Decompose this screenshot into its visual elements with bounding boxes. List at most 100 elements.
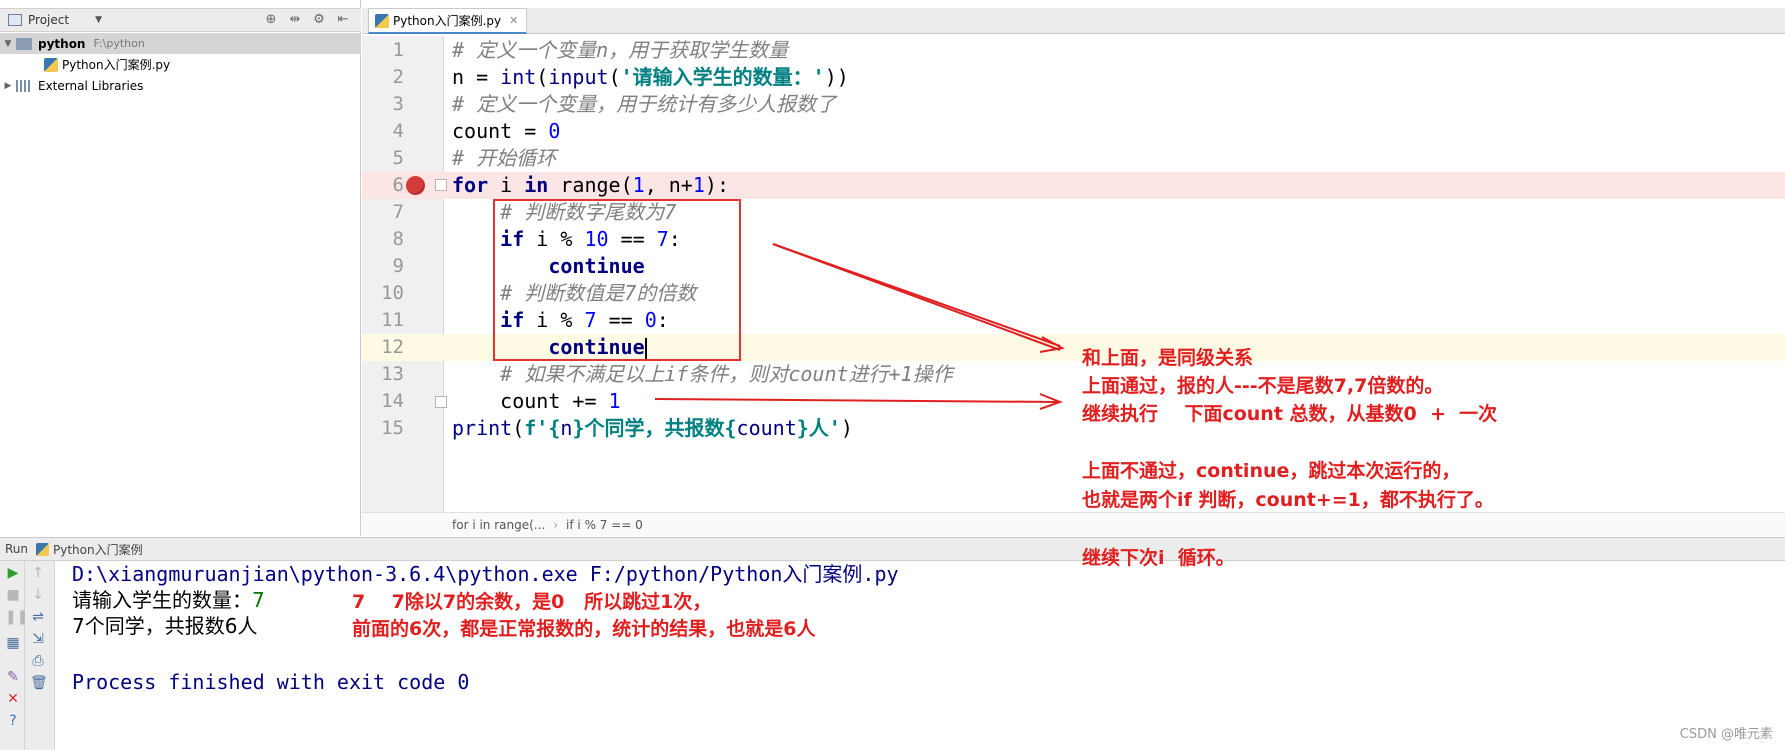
code-line[interactable]: 3 # 定义一个变量，用于统计有多少人报数了 [362, 91, 1785, 118]
code-text: for i in range(1, n+1): [452, 172, 729, 199]
print-icon[interactable]: ⎙ [30, 653, 46, 669]
hide-icon[interactable]: ⇤ [335, 12, 351, 27]
code-text: print(f'{n}个同学，共报数{count}人') [452, 415, 853, 442]
collapse-icon[interactable]: ⇹ [287, 12, 303, 27]
editor-tab-bar: Python入门案例.py ✕ [362, 8, 1785, 34]
line-number: 13 [381, 363, 404, 385]
gear-icon[interactable]: ⚙ [311, 12, 327, 27]
code-text: n = int(input('请输入学生的数量：')) [452, 64, 849, 91]
tree-item-label: Python入门案例.py [62, 58, 171, 72]
code-token: , n+ [644, 173, 693, 197]
rerun-icon[interactable]: ▶ [5, 565, 21, 581]
layout-icon[interactable]: ▦ [5, 635, 21, 651]
console-result: 7个同学，共报数6人 [72, 614, 258, 638]
chevron-right-icon[interactable]: ▶ [0, 81, 16, 91]
comment: # 开始循环 [452, 146, 557, 170]
line-number: 6 [392, 174, 404, 196]
code-token: ( [536, 65, 549, 89]
console-output[interactable]: D:\xiangmuruanjian\python-3.6.4\python.e… [56, 561, 1785, 750]
code-line[interactable]: 4 count = 0 [362, 118, 1785, 145]
fold-icon[interactable] [435, 179, 447, 191]
python-file-icon [375, 13, 389, 28]
chevron-right-icon: › [553, 517, 559, 532]
tab-label: Python入门案例.py [393, 14, 502, 28]
line-number: 14 [381, 390, 404, 412]
arrow-down-icon[interactable]: ↓ [30, 587, 46, 603]
code-text: # 开始循环 [452, 145, 556, 172]
tree-item-label: External Libraries [38, 78, 144, 93]
console-input: 7 [252, 588, 265, 612]
code-text: # 定义一个变量n，用于获取学生数量 [452, 37, 788, 64]
code-line[interactable]: 15 print(f'{n}个同学，共报数{count}人') [362, 415, 1785, 442]
string-literal: '请输入学生的数量：' [620, 65, 825, 89]
project-tree: ▼ python F:\python Python入门案例.py ▶ Exter… [0, 33, 361, 96]
code-token: int [500, 65, 537, 89]
code-token: count [736, 416, 797, 440]
chevron-down-icon[interactable]: ▼ [0, 39, 16, 49]
close-icon[interactable]: ✕ [509, 14, 518, 27]
annotation-note: 继续下次i 循环。 [1082, 547, 1235, 569]
annotation-note: 也就是两个if 判断，count+=1，都不执行了。 [1082, 489, 1494, 511]
code-token: n [560, 416, 573, 440]
chevron-down-icon[interactable]: ▼ [95, 15, 102, 25]
comment: # 定义一个变量，用于统计有多少人报数了 [452, 92, 837, 116]
project-panel: Project ▼ ⊕ ⇹ ⚙ ⇤ ▼ python F:\python Pyt… [0, 0, 361, 536]
tab-python-file[interactable]: Python入门案例.py ✕ [368, 8, 528, 34]
line-number: 9 [392, 255, 404, 277]
number-literal: 1 [632, 173, 645, 197]
tree-item-external-libraries[interactable]: ▶ External Libraries [0, 75, 361, 96]
code-line[interactable]: 14 count += 1 [362, 388, 1785, 415]
arrow-up-icon[interactable]: ↑ [30, 565, 46, 581]
help-icon[interactable]: ? [5, 713, 21, 729]
line-number: 5 [392, 147, 404, 169]
line-number: 10 [381, 282, 404, 304]
run-title[interactable]: Run [5, 542, 28, 556]
stop-icon[interactable]: ■ [5, 587, 21, 603]
code-line[interactable]: 5 # 开始循环 [362, 145, 1785, 172]
line-number: 11 [381, 309, 404, 331]
trash-icon[interactable]: 🗑 [30, 675, 48, 691]
console-prompt: 请输入学生的数量： [72, 588, 252, 612]
project-panel-title[interactable]: Project [28, 13, 69, 27]
library-icon [16, 79, 32, 92]
run-config-label[interactable]: Python入门案例 [53, 541, 143, 558]
console-command: D:\xiangmuruanjian\python-3.6.4\python.e… [72, 562, 899, 586]
console-line: 请输入学生的数量：7 [72, 587, 265, 614]
annotation-note: 继续执行 下面count 总数，从基数0 + 一次 [1082, 403, 1498, 425]
project-icon [8, 14, 22, 26]
string-literal: }个同学，共报数{ [572, 416, 737, 440]
pause-icon[interactable]: ❚❚ [5, 609, 28, 625]
keyword: in [524, 173, 549, 197]
code-line[interactable]: 2 n = int(input('请输入学生的数量：')) [362, 64, 1785, 91]
pin-icon[interactable]: ✎ [5, 669, 21, 685]
annotation-note: 和上面，是同级关系 [1082, 347, 1254, 369]
scroll-end-icon[interactable]: ⇲ [30, 631, 46, 647]
code-line-breakpoint[interactable]: 6 for i in range(1, n+1): [362, 172, 1785, 199]
tree-item-path: F:\python [93, 37, 145, 50]
number-literal: 0 [548, 119, 561, 143]
watermark: CSDN @唯元素 [1679, 727, 1773, 742]
tree-item-file[interactable]: Python入门案例.py [0, 54, 361, 75]
fold-icon[interactable] [435, 396, 447, 408]
tree-item-python[interactable]: ▼ python F:\python [0, 33, 361, 54]
comment: # 如果不满足以上if条件，则对count进行+1操作 [452, 362, 953, 386]
annotation-note: 上面不通过，continue，跳过本次运行的， [1082, 460, 1461, 482]
python-file-icon [44, 57, 58, 72]
annotation-note: 上面通过，报的人---不是尾数7,7倍数的。 [1082, 375, 1444, 397]
code-token: n = [452, 65, 501, 89]
breadcrumb-item[interactable]: for i in range(... [452, 518, 545, 532]
breakpoint-icon[interactable] [406, 176, 425, 195]
code-line[interactable]: 13 # 如果不满足以上if条件，则对count进行+1操作 [362, 361, 1785, 388]
line-number: 2 [392, 66, 404, 88]
soft-wrap-icon[interactable]: ⇌ [30, 609, 46, 625]
breadcrumb-item[interactable]: if i % 7 == 0 [566, 518, 643, 532]
code-line[interactable]: 1 # 定义一个变量n，用于获取学生数量 [362, 37, 1785, 64]
annotation-note: 7 7除以7的余数，是0 所以跳过1次， [352, 591, 712, 613]
code-token: ( [608, 65, 621, 89]
run-toolbar-secondary: ↑ ↓ ⇌ ⇲ ⎙ 🗑 [25, 561, 55, 750]
locate-icon[interactable]: ⊕ [263, 12, 279, 27]
line-number: 15 [381, 417, 404, 439]
console-exit: Process finished with exit code 0 [72, 670, 470, 694]
close-icon[interactable]: ✕ [5, 691, 21, 707]
number-literal: 1 [692, 173, 705, 197]
